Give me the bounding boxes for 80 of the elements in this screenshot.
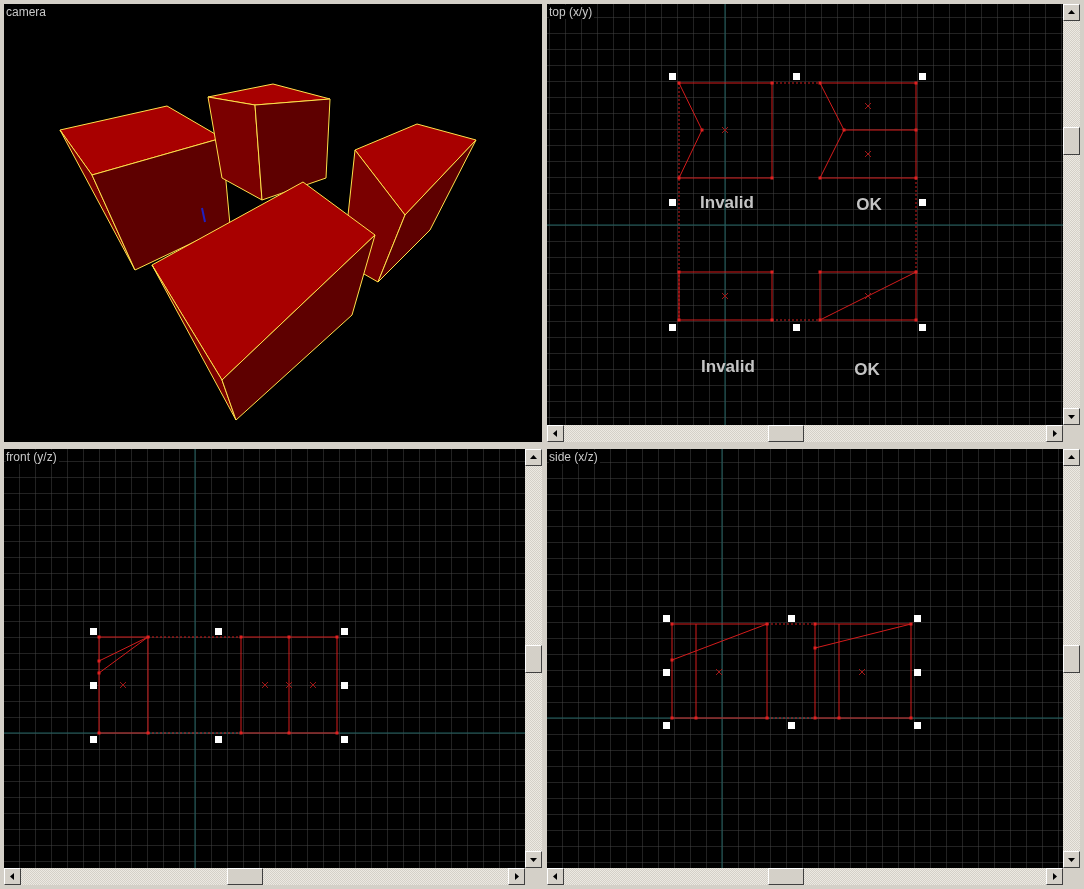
selection-handle[interactable] — [793, 324, 800, 331]
scroll-left-button[interactable] — [547, 868, 564, 885]
left-arrow-icon — [552, 430, 559, 437]
center-mark-icon — [721, 126, 729, 134]
selection-handle[interactable] — [788, 615, 795, 622]
brush-label: Invalid — [701, 357, 755, 376]
left-arrow-icon — [552, 873, 559, 880]
brush-label: OK — [856, 195, 882, 214]
up-arrow-icon — [1068, 9, 1075, 16]
brush-label: Invalid — [700, 193, 754, 212]
selection-handle[interactable] — [669, 199, 676, 206]
scroll-thumb[interactable] — [1063, 644, 1080, 673]
brush-outline[interactable] — [818, 81, 918, 180]
selection-handle[interactable] — [914, 615, 921, 622]
selection-handle[interactable] — [663, 669, 670, 676]
viewport-label: front (y/z) — [6, 450, 59, 464]
down-arrow-icon — [1068, 413, 1075, 420]
right-arrow-icon — [1051, 873, 1058, 880]
selection-handle[interactable] — [663, 722, 670, 729]
selection-handle[interactable] — [669, 73, 676, 80]
center-mark-icon — [715, 668, 723, 676]
selection-handle[interactable] — [90, 736, 97, 743]
right-arrow-icon — [1051, 430, 1058, 437]
center-mark-icon — [119, 681, 127, 689]
selection-handle[interactable] — [90, 682, 97, 689]
scroll-thumb[interactable] — [767, 868, 804, 885]
viewport-label: side (x/z) — [549, 450, 600, 464]
scroll-right-button[interactable] — [1046, 868, 1063, 885]
brush-outline[interactable] — [97, 635, 150, 735]
brush-outline[interactable] — [239, 635, 339, 735]
right-arrow-icon — [513, 873, 520, 880]
selection-handle[interactable] — [919, 199, 926, 206]
brush-label: OK — [854, 360, 880, 379]
scroll-thumb[interactable] — [227, 868, 263, 885]
scroll-up-button[interactable] — [525, 449, 542, 466]
brush-outline[interactable] — [677, 270, 774, 322]
selection-handle[interactable] — [663, 615, 670, 622]
down-arrow-icon — [1068, 856, 1075, 863]
scroll-thumb[interactable] — [1063, 126, 1080, 155]
scroll-up-button[interactable] — [1063, 449, 1080, 466]
brush-outline[interactable] — [813, 622, 913, 720]
scroll-thumb[interactable] — [525, 644, 542, 673]
center-mark-icon — [864, 102, 872, 110]
scroll-down-button[interactable] — [1063, 851, 1080, 868]
selection-handle[interactable] — [215, 628, 222, 635]
scroll-right-button[interactable] — [508, 868, 525, 885]
brush-outline[interactable] — [677, 81, 774, 180]
brush-outline[interactable] — [818, 270, 918, 322]
scroll-right-button[interactable] — [1046, 425, 1063, 442]
selection-handle[interactable] — [341, 682, 348, 689]
selection-handle[interactable] — [793, 73, 800, 80]
center-mark-icon — [864, 292, 872, 300]
selection-handle[interactable] — [215, 736, 222, 743]
center-mark-icon — [858, 668, 866, 676]
selection-handle[interactable] — [341, 736, 348, 743]
scroll-down-button[interactable] — [525, 851, 542, 868]
center-mark-icon — [285, 681, 293, 689]
center-mark-icon — [261, 681, 269, 689]
center-mark-icon — [864, 150, 872, 158]
selection-handle[interactable] — [90, 628, 97, 635]
viewport-label: top (x/y) — [549, 5, 595, 19]
center-mark-icon — [721, 292, 729, 300]
up-arrow-icon — [1068, 454, 1075, 461]
left-arrow-icon — [9, 873, 16, 880]
selection-handle[interactable] — [341, 628, 348, 635]
scroll-left-button[interactable] — [4, 868, 21, 885]
selection-handle[interactable] — [669, 324, 676, 331]
selection-handle[interactable] — [919, 73, 926, 80]
selection-handle[interactable] — [914, 722, 921, 729]
up-arrow-icon — [530, 454, 537, 461]
selection-handle[interactable] — [914, 669, 921, 676]
selection-handle[interactable] — [919, 324, 926, 331]
brush-outline[interactable] — [670, 622, 769, 720]
scroll-left-button[interactable] — [547, 425, 564, 442]
down-arrow-icon — [530, 856, 537, 863]
selection-handle[interactable] — [788, 722, 795, 729]
center-mark-icon — [309, 681, 317, 689]
scroll-up-button[interactable] — [1063, 4, 1080, 21]
scroll-thumb[interactable] — [767, 425, 804, 442]
scroll-down-button[interactable] — [1063, 408, 1080, 425]
